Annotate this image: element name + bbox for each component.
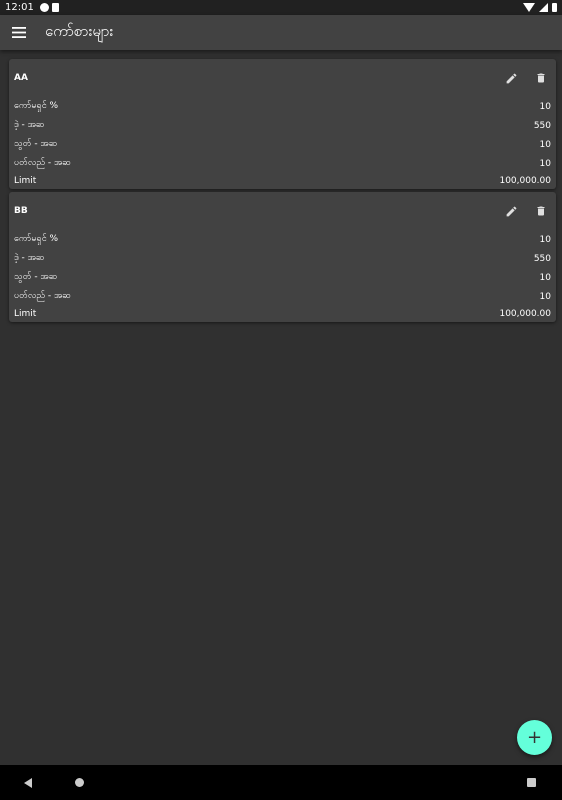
row-value: 10 bbox=[539, 272, 551, 283]
agent-card: AA ကော်မရှင် % 10 ဒဲ့ - အဆ 550 သွတ် - အဆ… bbox=[9, 59, 556, 189]
system-navigation-bar bbox=[0, 765, 562, 800]
signal-icon bbox=[539, 3, 548, 12]
row-value: 10 bbox=[539, 291, 551, 302]
row-label: ကော်မရှင် % bbox=[14, 234, 59, 244]
row-label: သွတ် - အဆ bbox=[14, 272, 58, 282]
commission-row: ကော်မရှင် % 10 bbox=[14, 230, 551, 249]
card-header: BB bbox=[14, 192, 551, 230]
card-title: BB bbox=[14, 206, 28, 216]
row-label: Limit bbox=[14, 309, 37, 319]
row-value: 10 bbox=[539, 101, 551, 112]
page-title: ကော်စားများ bbox=[45, 21, 114, 40]
row-value: 100,000.00 bbox=[499, 176, 551, 186]
row-label: ဒဲ့ - အဆ bbox=[14, 253, 45, 263]
delete-button[interactable] bbox=[531, 201, 551, 221]
row-value: 10 bbox=[539, 139, 551, 150]
limit-row: Limit 100,000.00 bbox=[14, 173, 551, 189]
status-bar: 12:01 bbox=[0, 0, 562, 15]
row-value: 10 bbox=[539, 234, 551, 245]
battery-icon bbox=[552, 3, 557, 12]
row-value: 550 bbox=[533, 120, 551, 131]
back-icon[interactable] bbox=[24, 777, 32, 788]
row-label: ဒဲ့ - အဆ bbox=[14, 120, 45, 130]
row-label: သွတ် - အဆ bbox=[14, 139, 58, 149]
permutation-multiplier-row: သွတ် - အဆ 10 bbox=[14, 135, 551, 154]
around-multiplier-row: ပတ်လည် - အဆ 10 bbox=[14, 287, 551, 306]
agent-card: BB ကော်မရှင် % 10 ဒဲ့ - အဆ 550 သွတ် - အဆ… bbox=[9, 192, 556, 322]
card-header: AA bbox=[14, 59, 551, 97]
row-label: ပတ်လည် - အဆ bbox=[14, 291, 71, 301]
commission-row: ကော်မရှင် % 10 bbox=[14, 97, 551, 116]
wifi-icon bbox=[523, 3, 535, 12]
sd-card-icon bbox=[51, 3, 59, 12]
row-value: 10 bbox=[539, 158, 551, 169]
home-icon[interactable] bbox=[75, 778, 84, 787]
row-label: ပတ်လည် - အဆ bbox=[14, 158, 71, 168]
recent-apps-icon[interactable] bbox=[527, 778, 536, 787]
row-label: ကော်မရှင် % bbox=[14, 101, 59, 111]
status-time: 12:01 bbox=[5, 2, 34, 13]
plus-icon: + bbox=[526, 727, 543, 748]
trash-icon bbox=[537, 73, 545, 83]
row-value: 550 bbox=[533, 253, 551, 264]
limit-row: Limit 100,000.00 bbox=[14, 306, 551, 322]
row-value: 100,000.00 bbox=[499, 309, 551, 319]
edit-button[interactable] bbox=[501, 68, 521, 88]
around-multiplier-row: ပတ်လည် - အဆ 10 bbox=[14, 154, 551, 173]
pencil-icon bbox=[506, 73, 516, 83]
menu-button[interactable] bbox=[9, 23, 29, 43]
permutation-multiplier-row: သွတ် - အဆ 10 bbox=[14, 268, 551, 287]
card-title: AA bbox=[14, 73, 28, 83]
trash-icon bbox=[537, 206, 545, 216]
direct-multiplier-row: ဒဲ့ - အဆ 550 bbox=[14, 116, 551, 135]
app-bar: ကော်စားများ bbox=[0, 15, 562, 50]
row-label: Limit bbox=[14, 176, 37, 186]
edit-button[interactable] bbox=[501, 201, 521, 221]
notification-icon bbox=[39, 3, 49, 12]
pencil-icon bbox=[506, 206, 516, 216]
delete-button[interactable] bbox=[531, 68, 551, 88]
hamburger-menu-icon bbox=[12, 27, 26, 38]
add-button[interactable]: + bbox=[517, 720, 552, 755]
direct-multiplier-row: ဒဲ့ - အဆ 550 bbox=[14, 249, 551, 268]
